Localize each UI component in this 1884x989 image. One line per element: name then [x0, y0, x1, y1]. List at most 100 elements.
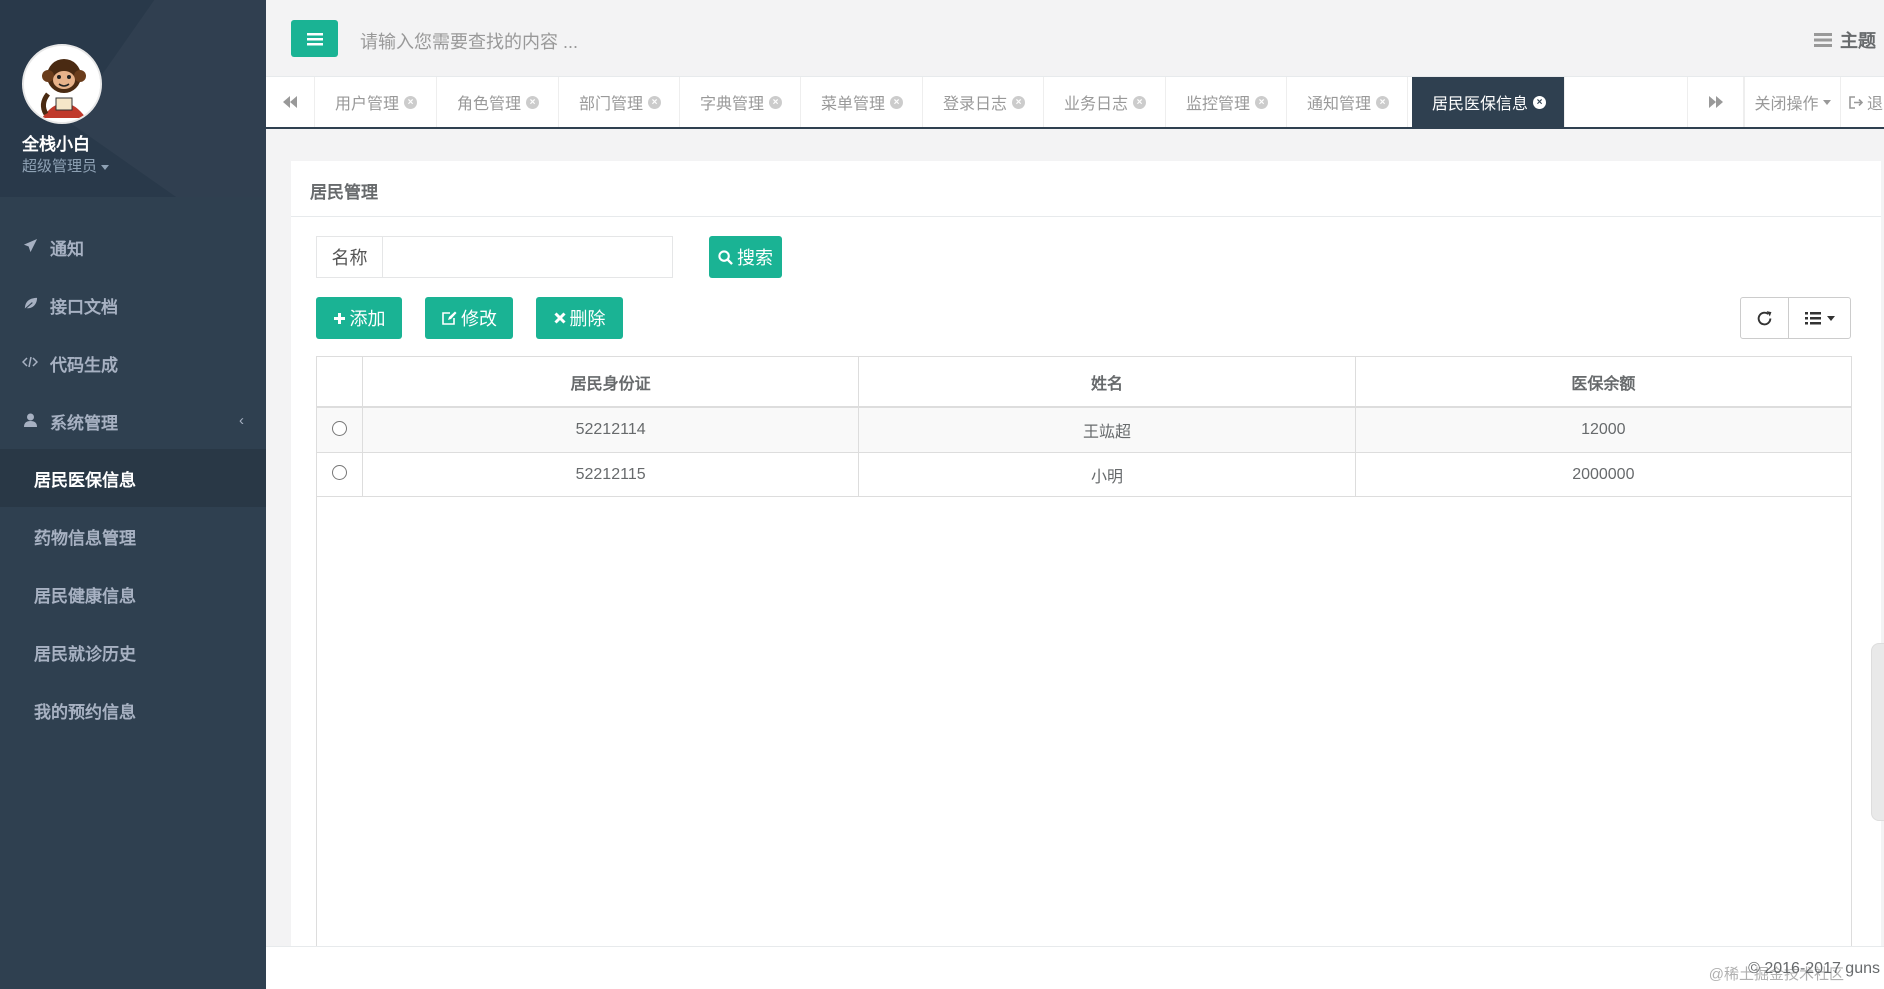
- edit-icon: [442, 311, 457, 325]
- tab-label: 通知管理: [1307, 96, 1372, 113]
- tab-monitor-management[interactable]: 监控管理 ×: [1166, 77, 1287, 127]
- tabs-scroll-left-button[interactable]: [266, 77, 315, 127]
- tab-close-icon[interactable]: ×: [1533, 95, 1547, 109]
- theme-label: 主题: [1840, 31, 1876, 51]
- add-button[interactable]: 添加: [316, 297, 402, 339]
- tab-close-icon[interactable]: ×: [1376, 95, 1390, 109]
- code-icon: [21, 355, 39, 372]
- avatar[interactable]: [22, 44, 102, 124]
- leaf-icon: [22, 296, 38, 314]
- top-navbar: 请输入您需要查找的内容 ... 主题: [266, 0, 1884, 77]
- cell-name: 王竑超: [858, 408, 1354, 452]
- table-row[interactable]: 52212114 王竑超 12000: [317, 408, 1851, 453]
- name-filter-label: 名称: [316, 236, 383, 278]
- tab-label: 菜单管理: [821, 96, 886, 113]
- tab-login-log[interactable]: 登录日志 ×: [923, 77, 1044, 127]
- main-content: 居民管理 名称 搜索 添加 修改 删除 居民身份证 姓名 医保余额 522121…: [266, 131, 1884, 946]
- user-icon: [22, 413, 38, 430]
- delete-button[interactable]: 删除: [536, 297, 623, 339]
- tab-close-icon[interactable]: ×: [1133, 95, 1147, 109]
- columns-toggle-button[interactable]: [1789, 298, 1850, 338]
- remove-icon: [553, 312, 566, 324]
- logout-button[interactable]: 退: [1840, 77, 1883, 127]
- radio-button[interactable]: [331, 465, 347, 480]
- tab-resident-insurance[interactable]: 居民医保信息 ×: [1412, 77, 1565, 127]
- caret-down-icon: [1822, 99, 1831, 105]
- chevron-left-icon: ‹: [239, 412, 244, 429]
- tasks-icon: [1814, 33, 1832, 47]
- edit-button[interactable]: 修改: [425, 297, 513, 339]
- plus-icon: [333, 312, 345, 324]
- tab-label: 部门管理: [579, 96, 644, 113]
- tab-close-icon[interactable]: ×: [890, 95, 904, 109]
- header-name[interactable]: 姓名: [858, 357, 1354, 406]
- header-id-card[interactable]: 居民身份证: [361, 357, 858, 406]
- logout-label: 退: [1867, 96, 1884, 113]
- top-search-input[interactable]: 请输入您需要查找的内容 ...: [360, 28, 578, 54]
- tabs-scroll-right-button[interactable]: [1687, 77, 1744, 127]
- sidebar: 全栈小白 超级管理员 通知 接口文档 代码生成 系统管理 ‹ 居民医保信息 药物…: [0, 0, 266, 989]
- double-right-arrow-icon: [1708, 96, 1723, 108]
- edit-button-label: 修改: [461, 309, 497, 329]
- close-operations-dropdown[interactable]: 关闭操作: [1744, 77, 1840, 127]
- cell-name: 小明: [858, 453, 1354, 496]
- row-select[interactable]: [317, 453, 362, 496]
- cell-id-card: 52212114: [361, 408, 858, 452]
- row-select[interactable]: [317, 408, 362, 452]
- sidebar-item-my-appointments[interactable]: 我的预约信息: [0, 681, 266, 739]
- double-left-arrow-icon: [283, 96, 297, 108]
- sidebar-item-label: 代码生成: [50, 355, 118, 375]
- search-button[interactable]: 搜索: [709, 236, 782, 278]
- tab-label: 登录日志: [943, 96, 1008, 113]
- tab-close-icon[interactable]: ×: [1012, 95, 1026, 109]
- sidebar-item-resident-health[interactable]: 居民健康信息: [0, 565, 266, 623]
- resident-table: 居民身份证 姓名 医保余额 52212114 王竑超 12000 5221211…: [316, 356, 1852, 946]
- tab-menu-management[interactable]: 菜单管理 ×: [801, 77, 923, 127]
- tab-label: 用户管理: [335, 96, 400, 113]
- tab-bar: 用户管理 × 角色管理 × 部门管理 × 字典管理 × 菜单管理 × 登录日志 × 业务日志…: [266, 77, 1884, 129]
- sidebar-item-system-management[interactable]: 系统管理 ‹: [0, 392, 266, 450]
- sidebar-item-notice[interactable]: 通知: [0, 218, 266, 276]
- tab-label: 监控管理: [1186, 96, 1251, 113]
- tab-dept-management[interactable]: 部门管理 ×: [559, 77, 680, 127]
- menu-toggle-button[interactable]: [291, 20, 338, 57]
- tab-label: 居民医保信息: [1432, 96, 1529, 113]
- sign-out-icon: [1849, 95, 1863, 109]
- sidebar-item-visit-history[interactable]: 居民就诊历史: [0, 623, 266, 681]
- sidebar-item-drug-info[interactable]: 药物信息管理: [0, 507, 266, 565]
- user-role-dropdown[interactable]: 超级管理员: [22, 155, 110, 176]
- radio-button[interactable]: [331, 420, 347, 436]
- sidebar-item-resident-insurance[interactable]: 居民医保信息: [0, 449, 266, 507]
- table-row[interactable]: 52212115 小明 2000000: [317, 453, 1851, 497]
- list-icon: [1804, 311, 1821, 324]
- user-role-label: 超级管理员: [22, 158, 98, 175]
- tab-close-icon[interactable]: ×: [404, 95, 418, 109]
- refresh-button[interactable]: [1741, 298, 1790, 338]
- tab-role-management[interactable]: 角色管理 ×: [437, 77, 559, 127]
- tab-close-icon[interactable]: ×: [769, 95, 783, 109]
- tab-label: 业务日志: [1064, 96, 1129, 113]
- floating-side-widget[interactable]: [1871, 643, 1884, 821]
- tab-notice-management[interactable]: 通知管理 ×: [1287, 77, 1408, 127]
- name-filter-input[interactable]: [382, 236, 673, 278]
- tab-user-management[interactable]: 用户管理 ×: [315, 77, 437, 127]
- panel-title: 居民管理: [291, 161, 1881, 217]
- delete-button-label: 删除: [569, 309, 606, 329]
- table-header: 居民身份证 姓名 医保余额: [317, 357, 1851, 408]
- tab-close-icon[interactable]: ×: [648, 95, 662, 109]
- tab-dict-management[interactable]: 字典管理 ×: [680, 77, 801, 127]
- tab-label: 字典管理: [700, 96, 765, 113]
- hamburger-icon: [306, 32, 323, 45]
- sidebar-item-api-docs[interactable]: 接口文档: [0, 276, 266, 334]
- tab-business-log[interactable]: 业务日志 ×: [1044, 77, 1166, 127]
- tab-close-icon[interactable]: ×: [526, 95, 540, 109]
- tab-close-icon[interactable]: ×: [1255, 95, 1269, 109]
- tab-label: 角色管理: [457, 96, 522, 113]
- sidebar-item-code-gen[interactable]: 代码生成: [0, 334, 266, 392]
- cell-id-card: 52212115: [361, 453, 858, 496]
- sidebar-item-label: 系统管理: [50, 413, 118, 433]
- header-balance[interactable]: 医保余额: [1354, 357, 1851, 406]
- footer: @稀土掘金技术社区 © 2016-2017 guns: [266, 946, 1884, 989]
- refresh-icon: [1757, 310, 1772, 325]
- theme-button[interactable]: 主题: [1814, 27, 1876, 53]
